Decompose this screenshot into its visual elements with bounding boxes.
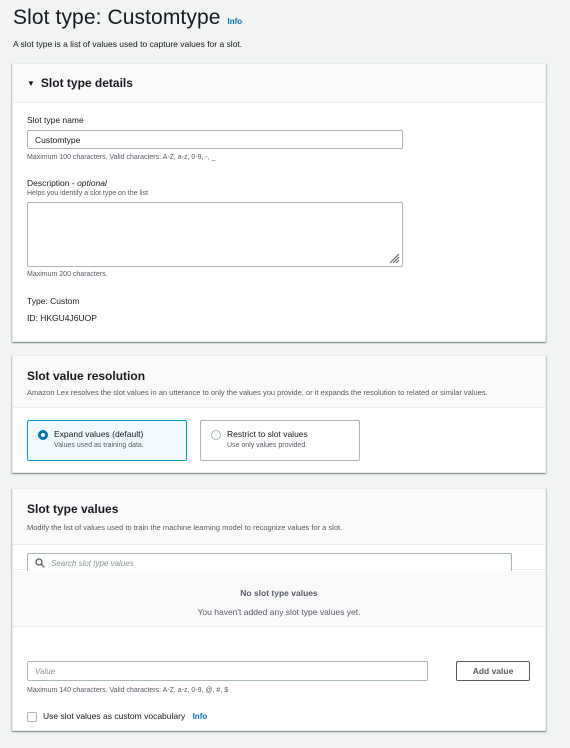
page-description: A slot type is a list of values used to … [13, 39, 243, 49]
value-hint: Maximum 140 characters. Valid characters… [27, 687, 229, 694]
search-placeholder: Search slot type values [51, 558, 134, 568]
vocabulary-info-link[interactable]: Info [193, 712, 208, 721]
empty-title: No slot type values [240, 588, 318, 598]
title-info-link[interactable]: Info [228, 17, 243, 26]
resolution-heading: Slot value resolution [27, 369, 146, 383]
value-input[interactable]: Value [27, 661, 428, 681]
values-header: Slot type values Modify the list of valu… [13, 489, 545, 545]
values-description: Modify the list of values used to train … [27, 523, 343, 532]
resolution-header: Slot value resolution Amazon Lex resolve… [13, 356, 545, 408]
slot-value-resolution-panel: Slot value resolution Amazon Lex resolve… [12, 355, 546, 473]
expand-values-sub: Values used as training data. [54, 442, 144, 449]
optional-tag: optional [77, 178, 107, 188]
restrict-values-radio[interactable] [211, 430, 221, 440]
search-input[interactable]: Search slot type values [27, 553, 512, 573]
title-row: Slot type: Customtype Info [13, 6, 557, 30]
custom-vocabulary-row: Use slot values as custom vocabulary Inf… [43, 711, 207, 721]
slot-type-name-value: Customtype [35, 134, 81, 145]
description-help: Helps you identify a slot type on the li… [27, 190, 149, 197]
slot-type-name-hint: Maximum 100 characters. Valid characters… [27, 154, 216, 161]
description-label-text: Description - [27, 178, 78, 188]
description-label: Description - optional [27, 178, 107, 188]
type-text: Type: Custom [27, 296, 80, 306]
caret-down-icon[interactable]: ▼ [27, 79, 35, 88]
divider [13, 626, 545, 627]
resize-handle-icon[interactable] [388, 252, 400, 264]
slot-type-name-input[interactable]: Customtype [27, 130, 403, 149]
description-textarea[interactable] [27, 202, 403, 267]
restrict-values-option[interactable]: Restrict to slot values Use only values … [200, 420, 360, 461]
slot-type-name-label: Slot type name [27, 115, 84, 125]
expand-values-label: Expand values (default) [54, 429, 144, 439]
search-row: Search slot type values [13, 546, 545, 573]
expand-values-radio[interactable] [38, 430, 48, 440]
restrict-values-sub: Use only values provided. [227, 442, 308, 449]
expand-values-option[interactable]: Expand values (default) Values used as t… [27, 420, 187, 461]
values-heading: Slot type values [27, 502, 119, 516]
empty-state: No slot type values You haven't added an… [13, 571, 545, 626]
slot-type-details-panel: ▼ Slot type details Slot type name Custo… [12, 63, 546, 342]
details-heading: Slot type details [40, 76, 133, 90]
page-header: Slot type: Customtype Info A slot type i… [13, 6, 557, 49]
restrict-values-label: Restrict to slot values [227, 429, 308, 439]
custom-vocabulary-checkbox[interactable] [27, 712, 37, 722]
value-placeholder: Value [35, 666, 56, 676]
id-text: ID: HKGU4J6UOP [27, 313, 97, 323]
description-hint: Maximum 200 characters. [27, 271, 108, 278]
resolution-description: Amazon Lex resolves the slot values in a… [27, 388, 488, 397]
search-icon [35, 558, 45, 568]
custom-vocabulary-label[interactable]: Use slot values as custom vocabulary [43, 711, 185, 721]
details-header[interactable]: ▼ Slot type details [13, 64, 545, 103]
empty-subtitle: You haven't added any slot type values y… [197, 607, 361, 617]
add-value-button[interactable]: Add value [456, 661, 530, 681]
slot-type-values-panel: Slot type values Modify the list of valu… [12, 488, 546, 731]
page-title: Slot type: Customtype [13, 6, 221, 29]
